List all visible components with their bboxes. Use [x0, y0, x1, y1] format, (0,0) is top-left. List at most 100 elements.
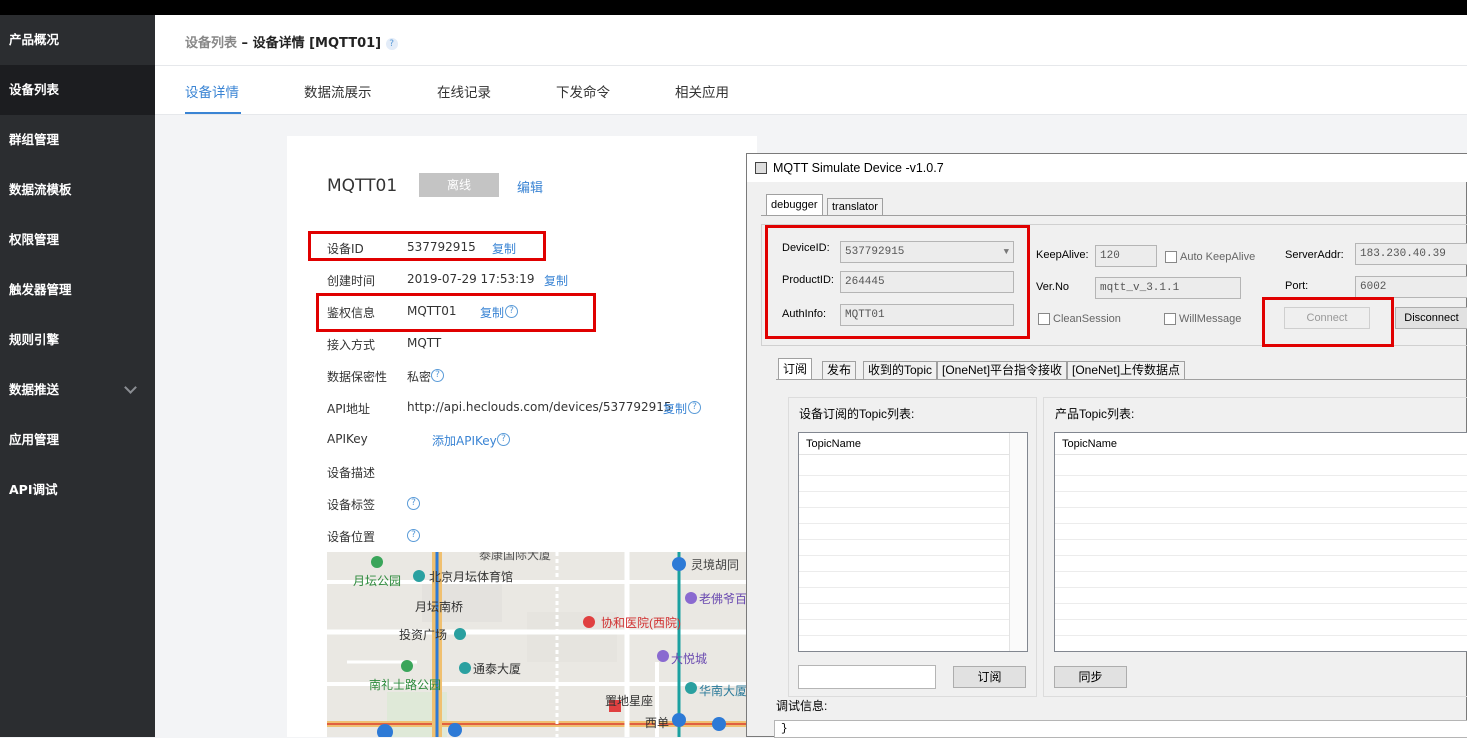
clean-session-label: CleanSession [1053, 313, 1121, 325]
sidebar-item-permissions[interactable]: 权限管理 [0, 215, 155, 265]
clean-session-checkbox[interactable] [1038, 313, 1050, 325]
auto-keepalive-checkbox[interactable] [1165, 251, 1177, 263]
port-label: Port: [1285, 280, 1309, 292]
created-time-label: 创建时间 [327, 274, 376, 288]
status-badge: 离线 [419, 173, 499, 197]
product-topics-table[interactable]: TopicName [1054, 432, 1467, 652]
help-icon[interactable]: ? [497, 433, 510, 446]
version-label: Ver.No [1036, 281, 1070, 293]
map-label: 大悦城 [671, 652, 708, 666]
highlight-device-id [308, 231, 546, 261]
highlight-connect [1262, 297, 1394, 347]
help-icon[interactable]: ? [385, 37, 398, 50]
port-field[interactable]: 6002 [1355, 276, 1467, 298]
window-title-text: MQTT Simulate Device -v1.0.7 [773, 161, 944, 175]
product-topics-title: 产品Topic列表: [1055, 407, 1135, 421]
sidebar-item-rule-engine[interactable]: 规则引擎 [0, 315, 155, 365]
access-method-value: MQTT [407, 336, 442, 350]
add-apikey-link[interactable]: 添加APIKey [432, 432, 497, 449]
app-icon [755, 162, 767, 174]
top-bar [0, 0, 1467, 15]
api-address-value: http://api.heclouds.com/devices/53779291… [407, 400, 672, 414]
topic-name-header: TopicName [1055, 433, 1467, 455]
sidebar-item-label: 数据推送 [9, 382, 60, 397]
sidebar-item-app-management[interactable]: 应用管理 [0, 415, 155, 465]
will-message-checkbox[interactable] [1164, 313, 1176, 325]
chevron-down-icon [124, 381, 137, 394]
debug-info-label: 调试信息: [776, 699, 828, 713]
topic-name-header: TopicName [799, 433, 1009, 455]
map-label: 置地星座 [605, 694, 654, 708]
breadcrumb-parent[interactable]: 设备列表 [185, 36, 237, 51]
data-privacy-value: 私密 [407, 370, 432, 384]
map-label: 协和医院(西院) [601, 616, 681, 630]
sidebar-item-datastream-template[interactable]: 数据流模板 [0, 165, 155, 215]
tab-subscribe[interactable]: 订阅 [778, 358, 813, 380]
sidebar-item-triggers[interactable]: 触发器管理 [0, 265, 155, 315]
tab-publish[interactable]: 发布 [822, 361, 857, 380]
location-map[interactable]: 泰康国际大厦 灵境胡同 月坛公园 北京月坛体育馆 老佛爷百 月坛南桥 投资广场 … [327, 552, 757, 737]
created-time-value: 2019-07-29 17:53:19 [407, 272, 535, 286]
highlight-auth-info [316, 293, 596, 332]
help-icon[interactable]: ? [407, 497, 420, 510]
sidebar: 产品概况 设备列表 群组管理 数据流模板 权限管理 触发器管理 规则引擎 数据推… [0, 15, 155, 737]
subscribe-button[interactable]: 订阅 [953, 666, 1026, 688]
breadcrumb: 设备列表 – 设备详情 [MQTT01] ? [185, 32, 398, 51]
device-tags-label: 设备标签 [327, 498, 376, 512]
map-label: 北京月坛体育馆 [429, 570, 514, 584]
api-address-label: API地址 [327, 402, 370, 416]
server-addr-label: ServerAddr: [1285, 249, 1344, 261]
window-title: MQTT Simulate Device -v1.0.7 [747, 154, 1467, 182]
map-label: 灵境胡同 [691, 558, 740, 572]
will-message-label: WillMessage [1179, 313, 1242, 325]
keepalive-field[interactable]: 120 [1095, 245, 1157, 267]
access-method-label: 接入方式 [327, 338, 376, 352]
data-privacy-label: 数据保密性 [327, 370, 388, 384]
inner-tab-divider [776, 379, 1467, 380]
copy-created-time-link[interactable]: 复制 [544, 272, 568, 289]
sidebar-item-group-management[interactable]: 群组管理 [0, 115, 155, 165]
subscribed-topics-title: 设备订阅的Topic列表: [799, 407, 915, 421]
copy-api-address-link[interactable]: 复制 [663, 400, 687, 417]
map-label: 投资广场 [399, 628, 448, 642]
sidebar-item-data-push[interactable]: 数据推送 [0, 365, 155, 415]
tab-onenet-upload[interactable]: [OneNet]上传数据点 [1067, 361, 1186, 380]
tab-send-command[interactable]: 下发命令 [556, 81, 610, 101]
scrollbar[interactable] [1009, 433, 1027, 651]
tab-related-apps[interactable]: 相关应用 [675, 81, 729, 101]
tab-received-topic[interactable]: 收到的Topic [863, 361, 938, 380]
tab-online-records[interactable]: 在线记录 [437, 81, 491, 101]
help-icon[interactable]: ? [688, 401, 701, 414]
sidebar-item-product-overview[interactable]: 产品概况 [0, 15, 155, 65]
server-addr-field[interactable]: 183.230.40.39 [1355, 243, 1467, 265]
debug-output[interactable]: } [774, 720, 1467, 738]
highlight-credentials [765, 225, 1030, 339]
map-label: 月坛公园 [353, 574, 402, 588]
sidebar-item-device-list[interactable]: 设备列表 [0, 65, 155, 115]
device-location-label: 设备位置 [327, 530, 376, 544]
help-icon[interactable]: ? [407, 529, 420, 542]
tab-onenet-commands[interactable]: [OneNet]平台指令接收 [937, 361, 1068, 380]
map-label: 通泰大厦 [473, 662, 522, 676]
subscribe-topic-input[interactable] [798, 665, 936, 689]
map-label: 西单 [645, 716, 670, 730]
apikey-label: APIKey [327, 432, 368, 446]
edit-link[interactable]: 编辑 [517, 177, 543, 196]
sidebar-item-api-debug[interactable]: API调试 [0, 465, 155, 515]
subscribed-topics-table[interactable]: TopicName [798, 432, 1028, 652]
tab-datastream[interactable]: 数据流展示 [304, 81, 372, 101]
sync-button[interactable]: 同步 [1054, 666, 1127, 688]
detail-tabs: 设备详情 数据流展示 在线记录 下发命令 相关应用 [155, 66, 1467, 115]
map-label: 华南大厦 [699, 684, 748, 698]
page-header: 设备列表 – 设备详情 [MQTT01] ? [155, 15, 1467, 66]
map-label: 泰康国际大厦 [479, 552, 552, 562]
device-desc-label: 设备描述 [327, 466, 376, 480]
tab-translator[interactable]: translator [827, 198, 883, 216]
version-field[interactable]: mqtt_v_3.1.1 [1095, 277, 1241, 299]
tab-device-detail[interactable]: 设备详情 [185, 81, 239, 101]
disconnect-button[interactable]: Disconnect [1395, 307, 1467, 329]
breadcrumb-current: 设备详情 [MQTT01] [252, 36, 382, 51]
help-icon[interactable]: ? [431, 369, 444, 382]
tab-debugger[interactable]: debugger [766, 194, 823, 216]
active-tab-indicator [185, 112, 241, 114]
